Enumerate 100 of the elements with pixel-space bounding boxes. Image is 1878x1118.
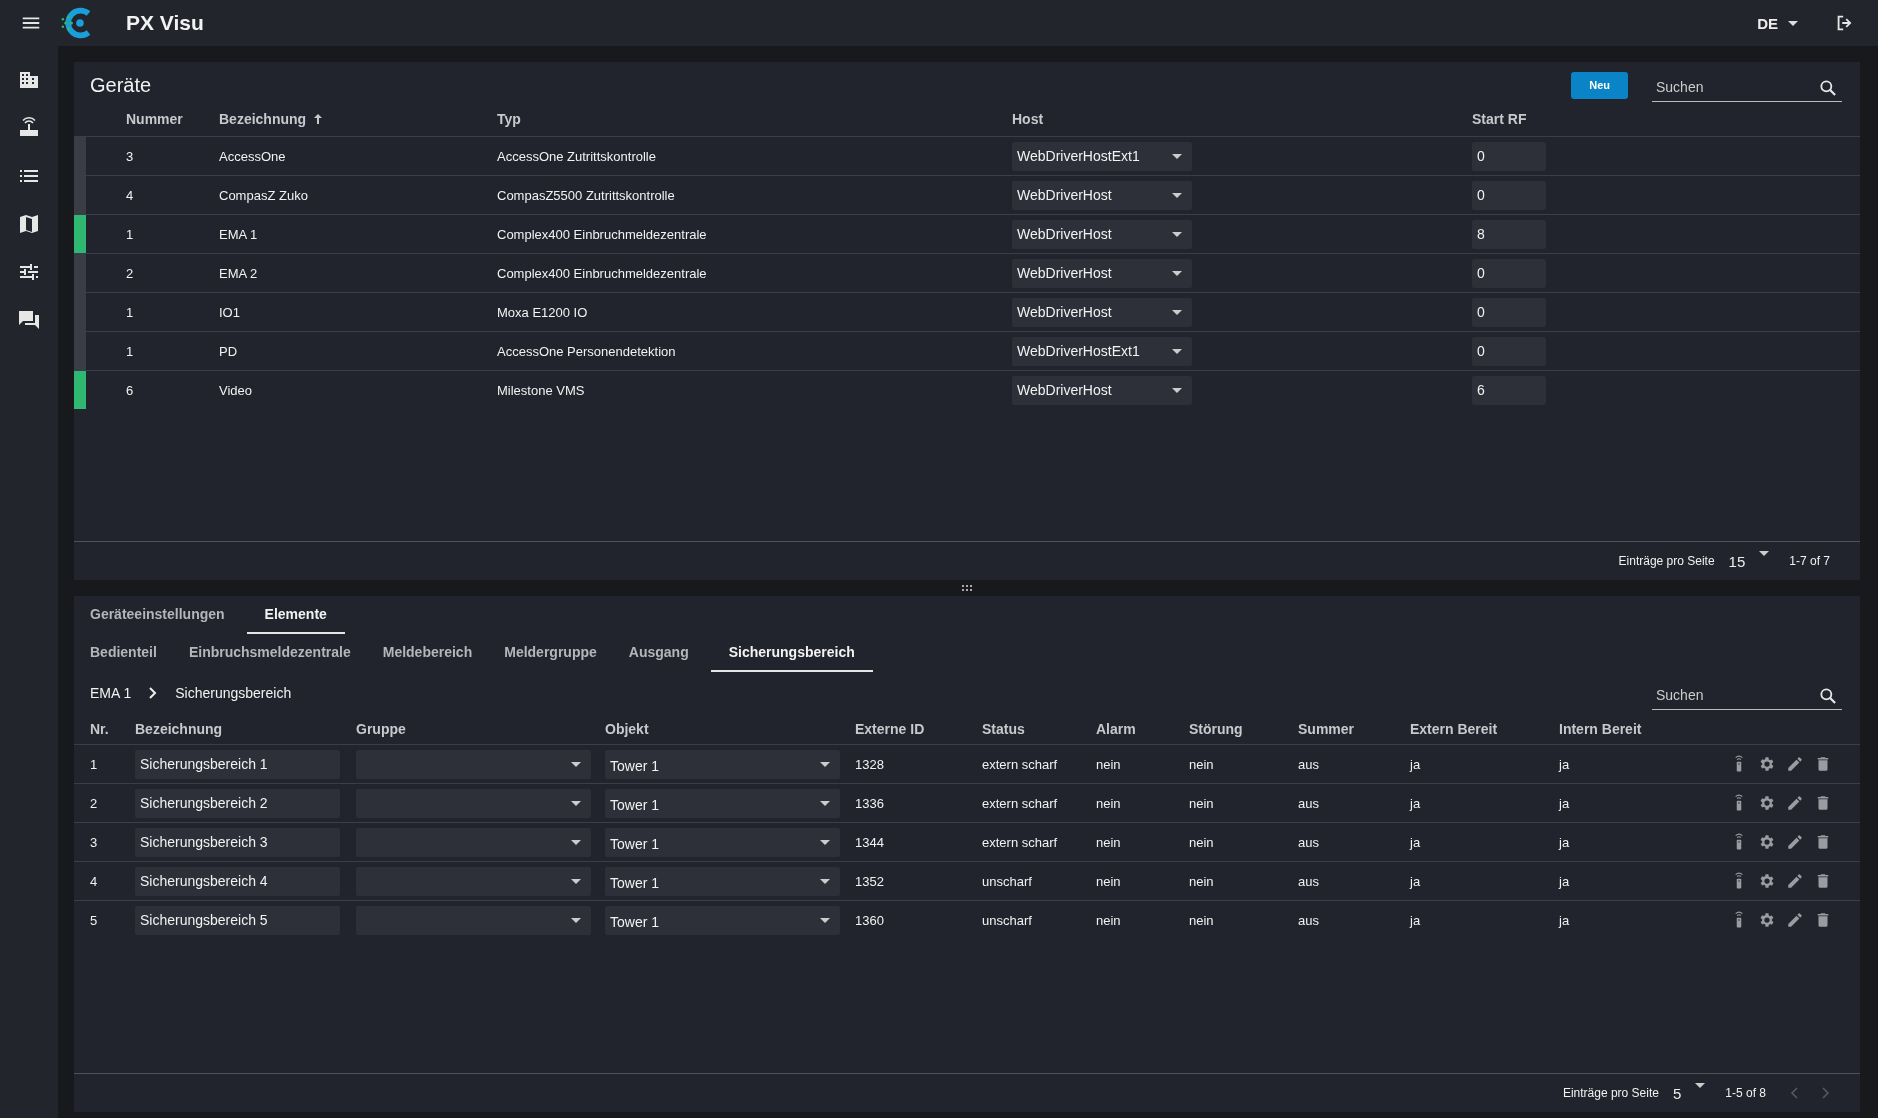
- caret-icon: [820, 761, 830, 767]
- table-cell-text: nein: [1096, 873, 1122, 889]
- table-cell-text: ja: [1559, 873, 1571, 889]
- column-header[interactable]: Nummer: [126, 111, 219, 127]
- input-field[interactable]: Sicherungsbereich 2: [135, 788, 340, 818]
- map-icon[interactable]: [17, 212, 41, 236]
- caret-icon: [820, 878, 830, 884]
- host-dropdown[interactable]: WebDriverHostExt1: [1012, 336, 1192, 366]
- table-cell-text: aus: [1298, 873, 1320, 889]
- drag-handle-icon[interactable]: [962, 585, 972, 591]
- tab[interactable]: Einbruchsmeldezentrale: [178, 644, 361, 672]
- table-cell-text: nein: [1096, 756, 1122, 772]
- input-field[interactable]: 0: [1472, 336, 1546, 366]
- rows-per-page-dropdown[interactable]: 15: [1728, 552, 1770, 570]
- host-dropdown[interactable]: WebDriverHost: [1012, 180, 1192, 210]
- column-header[interactable]: Start RF: [1472, 111, 1860, 127]
- input-field[interactable]: Sicherungsbereich 5: [135, 905, 340, 935]
- search-icon: [1818, 78, 1838, 98]
- table-cell-text: extern scharf: [982, 756, 1059, 772]
- caret-icon: [1759, 550, 1770, 556]
- settings-icon[interactable]: [1758, 794, 1776, 812]
- caret-icon: [1172, 270, 1182, 276]
- host-dropdown[interactable]: WebDriverHostExt1: [1012, 141, 1192, 171]
- input-field[interactable]: 0: [1472, 141, 1546, 171]
- column-header[interactable]: Status: [982, 721, 1096, 737]
- settings-icon[interactable]: [1758, 872, 1776, 890]
- input-field[interactable]: 0: [1472, 180, 1546, 210]
- caret-icon: [571, 917, 581, 923]
- object-dropdown[interactable]: Tower 1: [605, 866, 840, 896]
- table-cell-text: ja: [1559, 834, 1571, 850]
- edit-icon[interactable]: [1786, 833, 1804, 851]
- table-cell-text: nein: [1189, 795, 1215, 811]
- host-dropdown[interactable]: WebDriverHost: [1012, 219, 1192, 249]
- column-header[interactable]: Bezeichnung: [135, 721, 356, 737]
- table-cell-text: 1: [126, 304, 135, 320]
- caret-icon: [1172, 348, 1182, 354]
- column-header[interactable]: Gruppe: [356, 721, 605, 737]
- edit-icon[interactable]: [1786, 872, 1804, 890]
- input-field[interactable]: 6: [1472, 375, 1546, 405]
- edit-icon[interactable]: [1786, 911, 1804, 929]
- table-cell-text: 1352: [855, 873, 885, 889]
- column-header[interactable]: Intern Bereit: [1559, 721, 1709, 737]
- column-header[interactable]: Summer: [1298, 721, 1410, 737]
- object-dropdown[interactable]: Tower 1: [605, 788, 840, 818]
- breadcrumb-item[interactable]: EMA 1: [90, 685, 132, 701]
- search-icon: [1818, 686, 1838, 706]
- input-field[interactable]: 8: [1472, 219, 1546, 249]
- edit-icon[interactable]: [1786, 794, 1804, 812]
- settings-icon[interactable]: [1758, 911, 1776, 929]
- object-dropdown[interactable]: Tower 1: [605, 749, 840, 779]
- search-field[interactable]: Suchen: [1652, 72, 1842, 102]
- rows-per-page-dropdown[interactable]: 5: [1672, 1084, 1706, 1102]
- table-cell-text: 5: [90, 912, 99, 928]
- table-cell-text: ja: [1559, 756, 1571, 772]
- language-dropdown[interactable]: DE: [1751, 13, 1804, 33]
- column-header[interactable]: Extern Bereit: [1410, 721, 1559, 737]
- tab[interactable]: Meldergruppe: [494, 644, 607, 672]
- table-cell-text: 1: [126, 226, 135, 242]
- caret-icon: [1172, 231, 1182, 237]
- tab[interactable]: Sicherungsbereich: [710, 644, 873, 672]
- new-button[interactable]: Neu: [1571, 71, 1628, 99]
- breadcrumb-item[interactable]: Sicherungsbereich: [175, 685, 292, 701]
- object-dropdown[interactable]: Tower 1: [605, 827, 840, 857]
- column-header[interactable]: Objekt: [605, 721, 855, 737]
- host-dropdown[interactable]: WebDriverHost: [1012, 375, 1192, 405]
- table-cell-text: 3: [90, 834, 99, 850]
- input-field[interactable]: 0: [1472, 297, 1546, 327]
- tab[interactable]: Bedienteil: [80, 644, 167, 672]
- table-cell-text: AccessOne Personendetektion: [497, 343, 677, 359]
- table-cell-text: EMA 2: [219, 265, 259, 281]
- column-header[interactable]: Nr.: [90, 721, 135, 737]
- tab[interactable]: Meldebereich: [372, 644, 483, 672]
- caret-icon: [571, 761, 581, 767]
- tab[interactable]: Elemente: [246, 606, 345, 634]
- tab[interactable]: Ausgang: [618, 644, 699, 672]
- table-cell-text: 6: [126, 382, 135, 398]
- search-field[interactable]: Suchen: [1652, 680, 1842, 710]
- edit-icon[interactable]: [1786, 755, 1804, 773]
- rows-per-page-label: Einträge pro Seite: [1618, 554, 1715, 568]
- input-field[interactable]: 0: [1472, 258, 1546, 288]
- input-field[interactable]: Sicherungsbereich 4: [135, 866, 340, 896]
- column-header[interactable]: Externe ID: [855, 721, 982, 737]
- table-cell-text: nein: [1189, 756, 1215, 772]
- host-dropdown[interactable]: WebDriverHost: [1012, 258, 1192, 288]
- table-cell-text: Moxa E1200 IO: [497, 304, 589, 320]
- input-field[interactable]: Sicherungsbereich 3: [135, 827, 340, 857]
- tab[interactable]: Geräteeinstellungen: [80, 606, 235, 634]
- table-cell-text: AccessOne Zutrittskontrolle: [497, 148, 657, 164]
- column-header[interactable]: Typ: [497, 111, 1012, 127]
- settings-icon[interactable]: [1758, 755, 1776, 773]
- settings-icon[interactable]: [1758, 833, 1776, 851]
- object-dropdown[interactable]: Tower 1: [605, 905, 840, 935]
- input-field[interactable]: Sicherungsbereich 1: [135, 749, 340, 779]
- column-header[interactable]: Host: [1012, 111, 1472, 127]
- caret-icon: [571, 839, 581, 845]
- chevron-right-icon: [149, 687, 158, 699]
- column-header[interactable]: Alarm: [1096, 721, 1189, 737]
- host-dropdown[interactable]: WebDriverHost: [1012, 297, 1192, 327]
- column-header[interactable]: Störung: [1189, 721, 1298, 737]
- column-header[interactable]: Bezeichnung: [219, 111, 497, 127]
